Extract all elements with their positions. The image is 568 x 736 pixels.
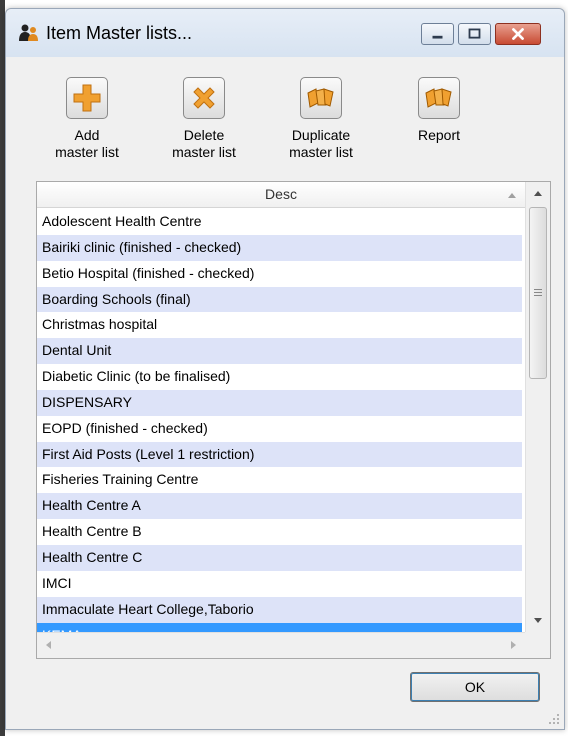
delete-master-list-button[interactable]: Delete master list: [149, 77, 259, 161]
vertical-scrollbar[interactable]: [525, 182, 550, 632]
scroll-left-icon[interactable]: [43, 639, 55, 651]
duplicate-label-line2: master list: [289, 144, 353, 160]
item-master-lists-dialog: Item Master lists... Add master list Del…: [5, 8, 565, 730]
sort-ascending-icon: [508, 193, 516, 198]
delete-master-list-label: Delete master list: [149, 127, 259, 161]
delete-label-line2: master list: [172, 144, 236, 160]
add-master-list-label: Add master list: [32, 127, 142, 161]
table-row[interactable]: Immaculate Heart College,Taborio: [37, 596, 522, 623]
table-row[interactable]: Health Centre B: [37, 519, 522, 545]
scroll-down-icon[interactable]: [526, 610, 550, 632]
list-rows: Adolescent Health Centre Bairiki clinic (…: [37, 209, 522, 649]
plus-icon: [73, 84, 101, 112]
window-title: Item Master lists...: [46, 23, 193, 43]
duplicate-master-list-label: Duplicate master list: [266, 127, 376, 161]
table-row[interactable]: Betio Hospital (finished - checked): [37, 261, 522, 287]
table-row[interactable]: Diabetic Clinic (to be finalised): [37, 364, 522, 390]
grip-icon: [534, 289, 542, 296]
scrollbar-corner: [525, 632, 550, 658]
duplicate-button-frame[interactable]: [300, 77, 342, 119]
resize-grip-icon[interactable]: [548, 713, 560, 725]
table-row[interactable]: Christmas hospital: [37, 312, 522, 338]
duplicate-label-line1: Duplicate: [291, 127, 351, 143]
table-row[interactable]: Fisheries Training Centre: [37, 467, 522, 493]
report-label: Report: [417, 127, 461, 143]
add-button-frame[interactable]: [66, 77, 108, 119]
table-row[interactable]: Bairiki clinic (finished - checked): [37, 234, 522, 261]
delete-button-frame[interactable]: [183, 77, 225, 119]
table-row[interactable]: Dental Unit: [37, 338, 522, 365]
desc-header-label: Desc: [265, 186, 297, 202]
toolbar: Add master list Delete master list Dupli…: [6, 67, 564, 177]
ok-button[interactable]: OK: [410, 672, 540, 702]
scroll-right-icon[interactable]: [507, 639, 519, 651]
app-people-icon: [18, 24, 40, 42]
horizontal-scrollbar[interactable]: [37, 632, 525, 658]
table-row[interactable]: Health Centre C: [37, 544, 522, 571]
report-button[interactable]: Report: [384, 77, 494, 144]
table-row[interactable]: EOPD (finished - checked): [37, 416, 522, 442]
table-row[interactable]: First Aid Posts (Level 1 restriction): [37, 441, 522, 468]
table-row[interactable]: Adolescent Health Centre: [37, 209, 522, 235]
minimize-button[interactable]: [421, 23, 454, 45]
master-list-table: Desc Adolescent Health Centre Bairiki cli…: [36, 181, 551, 659]
desc-column-header[interactable]: Desc: [37, 182, 525, 208]
add-label-line2: master list: [55, 144, 119, 160]
maximize-icon: [468, 28, 481, 39]
vertical-scroll-thumb[interactable]: [529, 207, 547, 379]
close-button[interactable]: [495, 23, 541, 45]
scroll-up-icon[interactable]: [526, 182, 550, 204]
x-icon: [193, 87, 215, 109]
cards-icon: [425, 88, 452, 108]
duplicate-master-list-button[interactable]: Duplicate master list: [266, 77, 376, 161]
minimize-icon: [432, 35, 443, 39]
table-row[interactable]: DISPENSARY: [37, 389, 522, 416]
cards-icon: [307, 88, 334, 108]
table-row[interactable]: Boarding Schools (final): [37, 286, 522, 313]
maximize-button[interactable]: [458, 23, 491, 45]
table-row[interactable]: IMCI: [37, 571, 522, 597]
add-label-line1: Add: [74, 127, 100, 143]
table-row[interactable]: Health Centre A: [37, 493, 522, 520]
report-button-frame[interactable]: [418, 77, 460, 119]
title-bar[interactable]: Item Master lists...: [6, 9, 564, 57]
delete-label-line1: Delete: [183, 127, 225, 143]
add-master-list-button[interactable]: Add master list: [32, 77, 142, 161]
close-icon: [512, 28, 524, 40]
